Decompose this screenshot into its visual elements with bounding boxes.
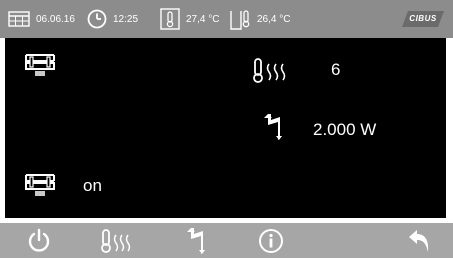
date-text: 06.06.16 <box>36 13 75 25</box>
screen: 06.06.16 12:25 27,4 °C 26,4 °C CIBUS 6 2… <box>0 0 453 258</box>
power-lightning-icon <box>264 114 282 145</box>
heater-status-icon[interactable] <box>23 172 57 203</box>
time-display: 12:25 <box>87 0 138 38</box>
heating-button[interactable] <box>98 223 138 258</box>
outdoor-temp-display: 26,4 °C <box>230 0 290 38</box>
indoor-temp-display: 27,4 °C <box>160 0 219 38</box>
brand-logo-text: CIBUS <box>409 14 437 23</box>
power-settings-button[interactable] <box>176 223 216 258</box>
status-bar: 06.06.16 12:25 27,4 °C 26,4 °C CIBUS <box>0 0 453 38</box>
outdoor-thermometer-icon <box>230 8 252 30</box>
power-value: 2.000 W <box>313 120 377 139</box>
brand-logo: CIBUS <box>402 11 444 27</box>
lightning-icon <box>187 227 205 254</box>
back-arrow-icon <box>407 228 433 254</box>
main-panel: 6 2.000 W on <box>5 38 446 218</box>
heating-level-value: 6 <box>331 60 341 79</box>
clock-icon <box>87 9 107 29</box>
power-icon <box>26 228 52 254</box>
back-button[interactable] <box>400 223 440 258</box>
power-button[interactable] <box>19 223 59 258</box>
outdoor-temp-text: 26,4 °C <box>257 13 291 25</box>
date-display: 06.06.16 <box>8 0 75 38</box>
heater-state-text: on <box>83 176 102 195</box>
calendar-icon <box>8 11 30 27</box>
info-icon <box>258 228 284 254</box>
heating-level-icon <box>252 58 292 89</box>
bottom-nav <box>0 223 453 258</box>
indoor-thermometer-icon <box>160 8 180 30</box>
time-text: 12:25 <box>113 13 139 25</box>
info-button[interactable] <box>251 223 291 258</box>
heater-icon[interactable] <box>23 52 57 83</box>
indoor-temp-text: 27,4 °C <box>186 13 220 25</box>
thermometer-heat-icon <box>100 228 136 254</box>
